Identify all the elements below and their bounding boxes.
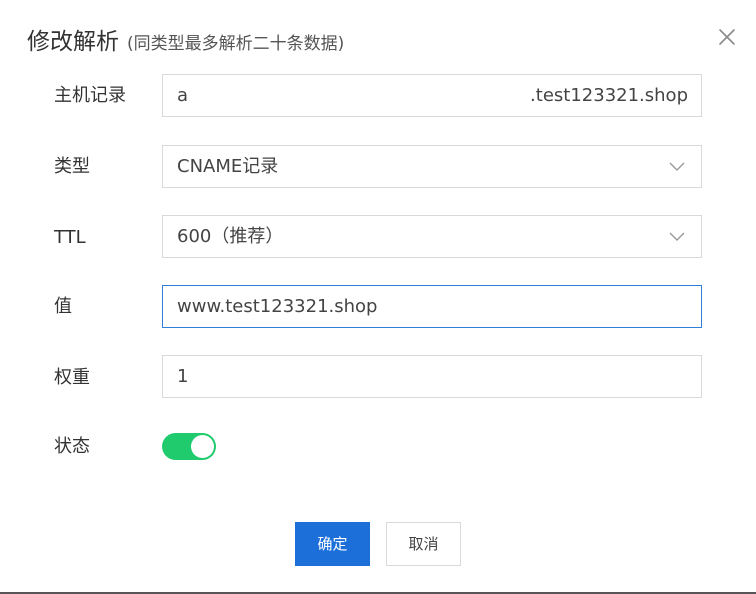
weight-input[interactable]: 1 [162,355,702,398]
record-type-select[interactable]: CNAME记录 [162,145,702,188]
record-value-input[interactable]: www.test123321.shop [162,285,702,328]
record-type-value: CNAME记录 [177,156,279,177]
ttl-label: TTL [54,227,86,248]
host-record-label: 主机记录 [54,85,126,106]
weight-value: 1 [177,366,189,387]
record-value-label: 值 [54,296,72,317]
toggle-knob [191,435,214,458]
confirm-button[interactable]: 确定 [295,522,370,566]
edit-dns-record-dialog: 修改解析 (同类型最多解析二十条数据) 主机记录 a .test123321.sh… [0,0,756,594]
close-icon [719,29,735,45]
domain-suffix: .test123321.shop [530,85,688,106]
chevron-down-icon [669,162,685,171]
weight-label: 权重 [54,367,90,388]
dialog-title: 修改解析 [27,29,119,55]
status-label: 状态 [54,436,90,457]
status-toggle[interactable] [162,433,216,460]
ttl-select[interactable]: 600（推荐） [162,215,702,258]
host-record-value: a [177,85,189,106]
ttl-value: 600（推荐） [177,226,284,247]
host-record-input[interactable]: a .test123321.shop [162,74,702,117]
record-type-label: 类型 [54,156,90,177]
dialog-subtitle: (同类型最多解析二十条数据) [127,34,345,54]
dialog-header: 修改解析 (同类型最多解析二十条数据) [27,22,344,56]
record-value-text: www.test123321.shop [177,296,378,317]
chevron-down-icon [669,232,685,241]
close-button[interactable] [715,25,739,49]
cancel-button[interactable]: 取消 [386,522,461,566]
